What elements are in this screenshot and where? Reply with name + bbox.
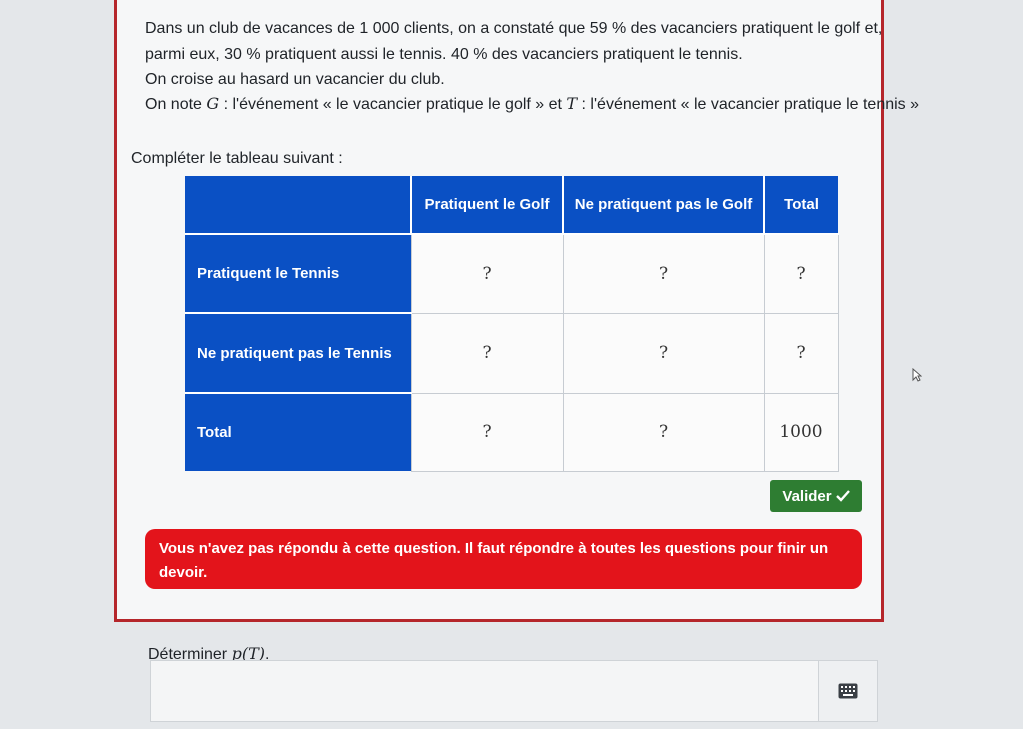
cell-not-tennis-golf[interactable]: ? xyxy=(410,312,564,394)
check-icon xyxy=(835,490,850,502)
cell-total-not-golf[interactable]: ? xyxy=(562,392,765,472)
question-card: Dans un club de vacances de 1 000 client… xyxy=(114,0,919,622)
instruction-text: Compléter le tableau suivant : xyxy=(131,150,343,167)
valider-label: Valider xyxy=(782,487,832,505)
intro-line-4: On note G : l'événement « le vacancier p… xyxy=(145,93,919,116)
intro-line-2: parmi eux, 30 % pratiquent aussi le tenn… xyxy=(145,46,743,63)
keyboard-icon xyxy=(838,683,858,699)
virtual-keyboard-button[interactable] xyxy=(818,661,877,721)
valider-button[interactable]: Valider xyxy=(770,480,862,512)
mouse-cursor-icon xyxy=(912,368,922,382)
header-golf: Pratiquent le Golf xyxy=(411,176,564,235)
cell-not-tennis-not-golf[interactable]: ? xyxy=(562,312,765,394)
intro-line-3: On croise au hasard un vacancier du club… xyxy=(145,71,445,88)
cell-tennis-total[interactable]: ? xyxy=(763,233,839,314)
intro-line-4-suffix: : l'événement « le vacancier pratique le… xyxy=(577,96,920,113)
cell-tennis-golf[interactable]: ? xyxy=(410,233,564,314)
cell-grand-total: 1000 xyxy=(763,392,839,472)
error-alert: Vous n'avez pas répondu à cette question… xyxy=(145,529,862,589)
cell-not-tennis-total[interactable]: ? xyxy=(763,312,839,394)
header-total: Total xyxy=(764,176,838,235)
row-label-tennis: Pratiquent le Tennis xyxy=(185,234,411,314)
intro-line-4-mid: : l'événement « le vacancier pratique le… xyxy=(219,96,567,113)
answer-input[interactable] xyxy=(150,660,878,722)
intro-line-4-prefix: On note xyxy=(145,96,207,113)
event-g-symbol: G xyxy=(206,94,220,113)
contingency-table: Pratiquent le Golf Ne pratiquent pas le … xyxy=(185,176,839,472)
intro-line-1: Dans un club de vacances de 1 000 client… xyxy=(145,20,883,37)
header-not-golf: Ne pratiquent pas le Golf xyxy=(563,176,765,235)
row-label-not-tennis: Ne pratiquent pas le Tennis xyxy=(185,313,411,394)
cell-total-golf[interactable]: ? xyxy=(410,392,564,472)
event-t-symbol: T xyxy=(566,94,578,113)
cell-tennis-not-golf[interactable]: ? xyxy=(562,233,765,314)
table-corner xyxy=(185,176,412,235)
row-label-total: Total xyxy=(185,393,411,471)
